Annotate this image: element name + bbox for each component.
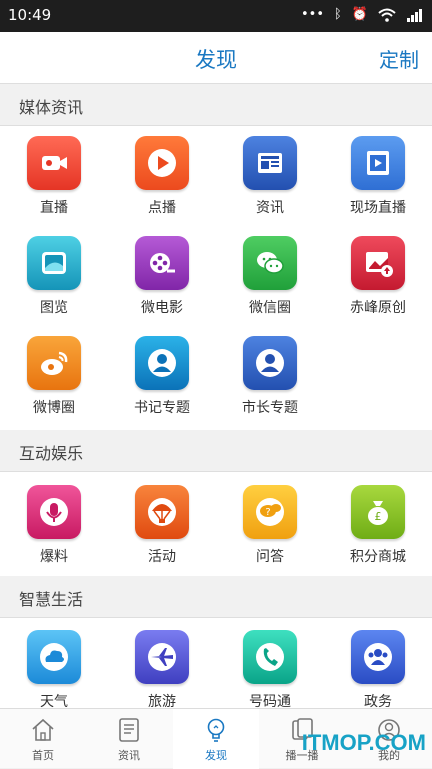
balloon-icon <box>135 485 189 539</box>
play-icon <box>135 136 189 190</box>
tab-label: 首页 <box>32 749 54 762</box>
top-header: 发现 定制 <box>0 32 432 84</box>
svg-text:£: £ <box>375 510 382 523</box>
grid-item-weibo[interactable]: 微博圈 <box>0 326 108 426</box>
newspaper-icon <box>243 136 297 190</box>
grid-item-label: 号码通 <box>249 694 291 708</box>
status-bar: 10:49 ••• ᛒ ⏰ <box>0 0 432 32</box>
film-reel-icon <box>135 236 189 290</box>
money-bag-icon: £ <box>351 485 405 539</box>
group-icon <box>351 630 405 684</box>
microphone-icon <box>27 485 81 539</box>
alarm-icon: ⏰ <box>351 7 368 22</box>
tab-news[interactable]: 资讯 <box>86 709 172 769</box>
section-header-media: 媒体资讯 <box>0 84 432 126</box>
watermark-logo: ITMOP.COM <box>301 730 426 755</box>
grid-item-label: 积分商城 <box>350 549 406 565</box>
grid-item-label: 微博圈 <box>33 400 75 416</box>
tab-home[interactable]: 首页 <box>0 709 86 769</box>
section-title: 智慧生活 <box>19 590 84 609</box>
grid-item-label: 市长专题 <box>242 400 298 416</box>
grid-item-label: 书记专题 <box>134 400 190 416</box>
grid-item-weather[interactable]: 天气 <box>0 620 108 708</box>
svg-text:?: ? <box>265 507 270 518</box>
grid-item-label: 资讯 <box>256 200 284 216</box>
grid-item-original[interactable]: 赤峰原创 <box>324 226 432 326</box>
section-title: 互动娱乐 <box>19 444 84 463</box>
image-upload-icon <box>351 236 405 290</box>
person-icon <box>135 336 189 390</box>
grid-item-vod[interactable]: 点播 <box>108 126 216 226</box>
grid-item-news[interactable]: 资讯 <box>216 126 324 226</box>
signal-icon <box>407 8 422 22</box>
grid-item-live[interactable]: 直播 <box>0 126 108 226</box>
status-icons: ••• ᛒ ⏰ <box>301 7 424 22</box>
grid-item-activity[interactable]: 活动 <box>108 475 216 575</box>
question-bubble-icon: ? <box>243 485 297 539</box>
smart-life-grid: 天气 旅游 号码通 政务 <box>0 618 432 708</box>
grid-item-label: 旅游 <box>148 694 176 708</box>
grid-item-secretary-topic[interactable]: 书记专题 <box>108 326 216 426</box>
grid-item-onsite-live[interactable]: 现场直播 <box>324 126 432 226</box>
grid-item-label: 点播 <box>148 200 176 216</box>
grid-item-label: 天气 <box>40 694 68 708</box>
bluetooth-icon: ᛒ <box>334 7 342 22</box>
grid-item-gallery[interactable]: 图览 <box>0 226 108 326</box>
grid-item-label: 政务 <box>364 694 392 708</box>
grid-item-label: 图览 <box>40 300 68 316</box>
grid-item-label: 微电影 <box>141 300 183 316</box>
grid-item-label: 赤峰原创 <box>350 300 406 316</box>
section-title: 媒体资讯 <box>19 98 84 117</box>
grid-item-travel[interactable]: 旅游 <box>108 620 216 708</box>
section-header-interactive: 互动娱乐 <box>0 430 432 472</box>
film-icon <box>351 136 405 190</box>
grid-item-label: 直播 <box>40 200 68 216</box>
airplane-icon <box>135 630 189 684</box>
grid-item-label: 微信圈 <box>249 300 291 316</box>
grid-item-phone-directory[interactable]: 号码通 <box>216 620 324 708</box>
grid-item-label: 问答 <box>256 549 284 565</box>
picture-icon <box>27 236 81 290</box>
interactive-grid: 爆料 活动 ? 问答 £ 积分商城 <box>0 472 432 576</box>
grid-item-government[interactable]: 政务 <box>324 620 432 708</box>
page-title: 发现 <box>195 48 237 72</box>
weibo-icon <box>27 336 81 390</box>
grid-item-points-mall[interactable]: £ 积分商城 <box>324 475 432 575</box>
customize-button[interactable]: 定制 <box>379 44 419 73</box>
person-icon <box>243 336 297 390</box>
grid-item-wechat[interactable]: 微信圈 <box>216 226 324 326</box>
status-time: 10:49 <box>8 6 52 24</box>
tab-discover[interactable]: 发现 <box>173 709 259 769</box>
cloud-icon <box>27 630 81 684</box>
grid-item-label: 爆料 <box>40 549 68 565</box>
home-icon <box>32 718 54 741</box>
grid-item-label: 活动 <box>148 549 176 565</box>
video-camera-icon <box>27 136 81 190</box>
section-header-smart-life: 智慧生活 <box>0 576 432 618</box>
lightbulb-icon <box>207 718 225 742</box>
document-icon <box>119 718 139 742</box>
grid-item-label: 现场直播 <box>350 200 406 216</box>
wechat-icon <box>243 236 297 290</box>
wifi-icon <box>378 8 396 22</box>
tab-label: 资讯 <box>118 749 140 762</box>
grid-item-micro-film[interactable]: 微电影 <box>108 226 216 326</box>
media-grid: 直播 点播 资讯 现场直播 图览 微电影 微信圈 赤峰原创 微博圈 书记专题 市… <box>0 126 432 430</box>
grid-item-mayor-topic[interactable]: 市长专题 <box>216 326 324 426</box>
grid-item-qa[interactable]: ? 问答 <box>216 475 324 575</box>
tab-label: 发现 <box>205 749 227 762</box>
grid-item-report[interactable]: 爆料 <box>0 475 108 575</box>
more-icon: ••• <box>300 7 324 22</box>
phone-icon <box>243 630 297 684</box>
